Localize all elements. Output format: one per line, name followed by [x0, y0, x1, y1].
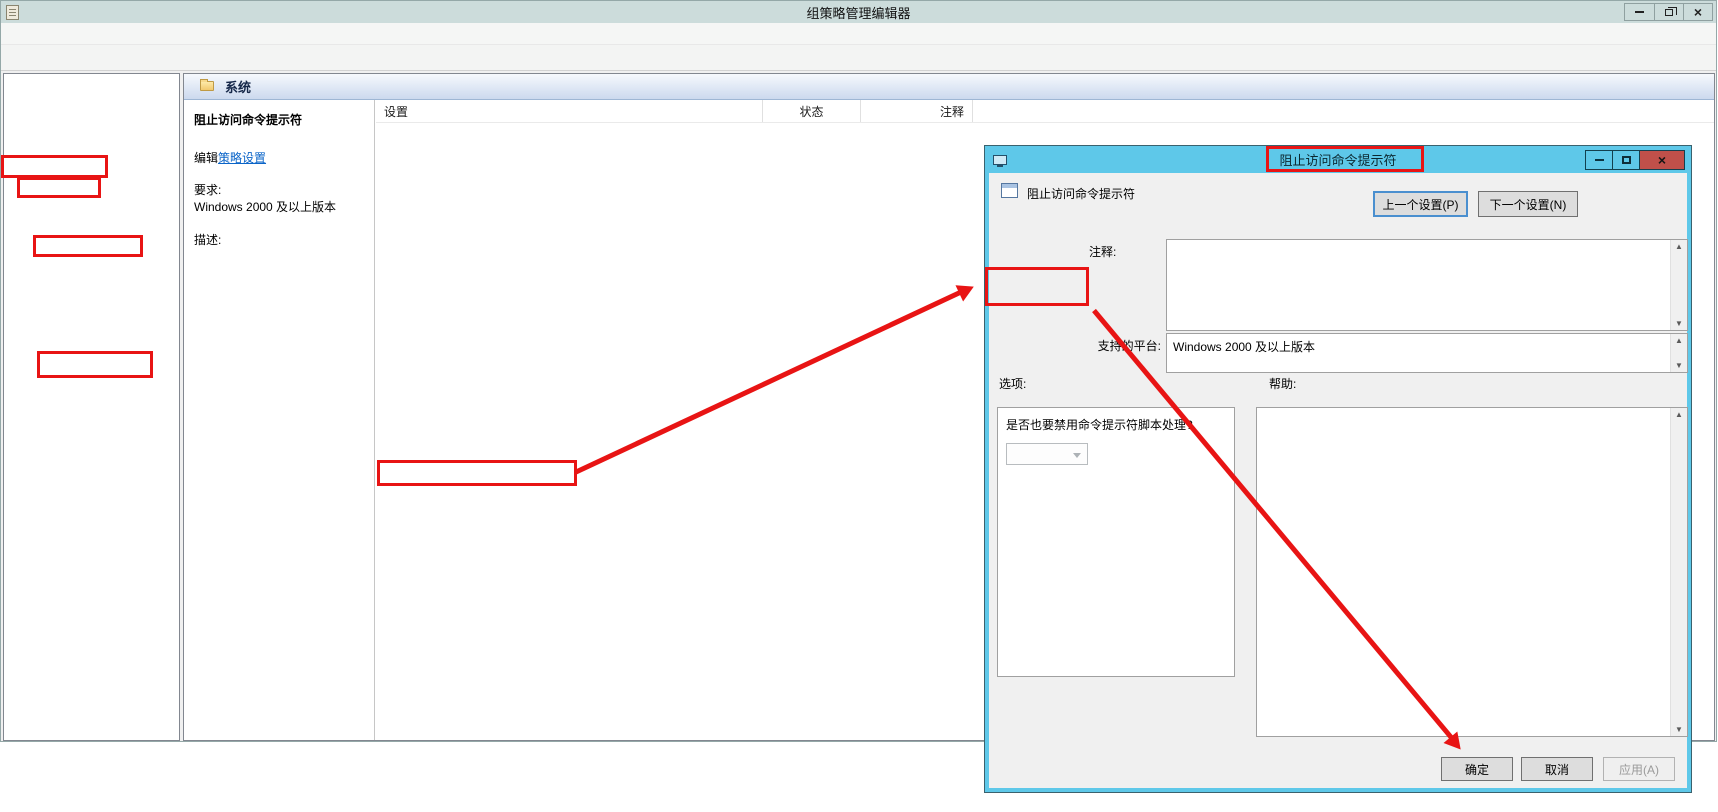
- toolbar: [1, 45, 1716, 71]
- dialog-close-icon[interactable]: ×: [1639, 150, 1685, 170]
- restore-icon[interactable]: [1654, 4, 1683, 20]
- platform-scrollbar[interactable]: [1670, 334, 1687, 372]
- column-header-setting[interactable]: 设置: [376, 100, 763, 122]
- supported-platform-box: Windows 2000 及以上版本: [1166, 333, 1688, 373]
- policy-title: 阻止访问命令提示符: [194, 112, 367, 129]
- content-header: 系统: [184, 74, 1714, 100]
- column-header-comment[interactable]: 注释: [861, 100, 973, 122]
- description-label: 描述:: [194, 232, 367, 249]
- dialog-window-controls: ×: [1585, 150, 1685, 170]
- list-header: 设置 状态 注释: [376, 100, 1714, 123]
- help-scrollbar[interactable]: [1670, 408, 1687, 736]
- dialog-minimize-icon[interactable]: [1585, 150, 1612, 170]
- column-header-status[interactable]: 状态: [763, 100, 861, 122]
- description-pane: 阻止访问命令提示符 编辑策略设置 要求: Windows 2000 及以上版本 …: [184, 100, 375, 740]
- previous-setting-button[interactable]: 上一个设置(P): [1373, 191, 1468, 217]
- script-processing-dropdown[interactable]: [1006, 443, 1088, 465]
- window-controls: ×: [1624, 3, 1713, 21]
- requirements-value: Windows 2000 及以上版本: [194, 199, 367, 216]
- close-icon[interactable]: ×: [1683, 4, 1712, 20]
- policy-setting-dialog: 阻止访问命令提示符 × 阻止访问命令提示符 上一个设置(P) 下一个设置(N) …: [984, 145, 1692, 793]
- dialog-maximize-icon[interactable]: [1612, 150, 1639, 170]
- dialog-header-label: 阻止访问命令提示符: [1027, 185, 1135, 202]
- options-question: 是否也要禁用命令提示符脚本处理?: [1006, 416, 1226, 433]
- console-tree-panel: [3, 73, 180, 741]
- next-setting-button[interactable]: 下一个设置(N): [1478, 191, 1578, 217]
- policy-setting-icon: [1001, 183, 1018, 198]
- options-label: 选项:: [999, 375, 1026, 392]
- ok-button[interactable]: 确定: [1441, 757, 1513, 781]
- comment-label: 注释:: [1089, 243, 1116, 260]
- content-header-label: 系统: [225, 77, 251, 96]
- main-titlebar: 组策略管理编辑器 ×: [1, 1, 1716, 23]
- help-text: [1257, 408, 1670, 736]
- apply-button: 应用(A): [1603, 757, 1675, 781]
- comment-textarea[interactable]: [1166, 239, 1688, 331]
- main-window-title: 组策略管理编辑器: [1, 3, 1716, 22]
- supported-platform-label: 支持的平台:: [1069, 337, 1161, 354]
- minimize-icon[interactable]: [1625, 4, 1654, 20]
- menu-bar: [1, 23, 1716, 45]
- system-folder-icon: [200, 81, 215, 92]
- cancel-button[interactable]: 取消: [1521, 757, 1593, 781]
- dialog-body: 阻止访问命令提示符 上一个设置(P) 下一个设置(N) 注释: 支持的平台: W…: [989, 173, 1687, 788]
- help-label: 帮助:: [1269, 375, 1296, 392]
- requirements-label: 要求:: [194, 182, 367, 199]
- options-box: 是否也要禁用命令提示符脚本处理?: [997, 407, 1235, 677]
- comment-scrollbar[interactable]: [1670, 240, 1687, 330]
- edit-policy-link[interactable]: 策略设置: [218, 151, 266, 165]
- edit-policy-line: 编辑策略设置: [194, 150, 367, 167]
- settings-list: [376, 123, 1714, 127]
- supported-platform-value: Windows 2000 及以上版本: [1173, 340, 1315, 354]
- help-box: [1256, 407, 1688, 737]
- dialog-titlebar: 阻止访问命令提示符 ×: [985, 146, 1691, 173]
